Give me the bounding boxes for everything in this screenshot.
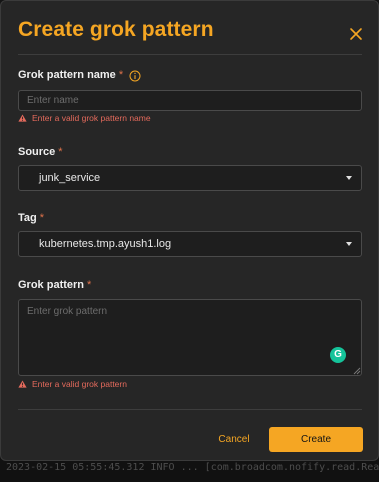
required-marker: * xyxy=(87,279,92,291)
chevron-down-icon xyxy=(346,242,352,246)
footer-divider xyxy=(18,409,362,410)
create-button[interactable]: Create xyxy=(269,427,363,452)
grok-pattern-label-text: Grok pattern xyxy=(18,279,85,291)
grok-pattern-name-label-text: Grok pattern name xyxy=(18,69,116,81)
close-icon xyxy=(350,28,362,40)
required-marker: * xyxy=(118,69,124,81)
cancel-button[interactable]: Cancel xyxy=(211,428,257,450)
source-label: Source * xyxy=(18,146,63,158)
warning-icon xyxy=(18,114,27,122)
chevron-down-icon xyxy=(346,176,352,180)
grok-pattern-name-input[interactable] xyxy=(18,90,362,111)
required-marker: * xyxy=(58,146,63,158)
grok-pattern-textarea[interactable] xyxy=(18,299,362,376)
tag-select-value: kubernetes.tmp.ayush1.log xyxy=(39,238,172,250)
required-marker: * xyxy=(39,212,45,224)
tag-label: Tag * xyxy=(18,212,44,224)
grok-pattern-name-error-text: Enter a valid grok pattern name xyxy=(32,113,151,123)
dialog-title: Create grok pattern xyxy=(18,18,214,41)
source-label-text: Source xyxy=(18,146,56,158)
warning-icon xyxy=(18,380,27,388)
tag-select[interactable]: kubernetes.tmp.ayush1.log xyxy=(18,231,362,257)
grok-pattern-error-text: Enter a valid grok pattern xyxy=(32,379,127,389)
grammarly-icon[interactable]: G xyxy=(330,347,346,363)
info-circle-icon[interactable] xyxy=(129,70,141,82)
resize-handle-icon[interactable] xyxy=(353,367,361,375)
tag-label-text: Tag xyxy=(18,212,37,224)
grok-pattern-label: Grok pattern * xyxy=(18,279,91,291)
header-divider xyxy=(18,54,362,55)
source-select[interactable]: junk_service xyxy=(18,165,362,191)
source-select-value: junk_service xyxy=(39,172,101,184)
grok-pattern-name-label: Grok pattern name * xyxy=(18,69,123,81)
grok-pattern-name-error: Enter a valid grok pattern name xyxy=(18,113,151,123)
create-grok-pattern-dialog: Create grok pattern Grok pattern name * E… xyxy=(0,0,379,461)
close-button[interactable] xyxy=(345,23,367,45)
grok-pattern-error: Enter a valid grok pattern xyxy=(18,379,127,389)
